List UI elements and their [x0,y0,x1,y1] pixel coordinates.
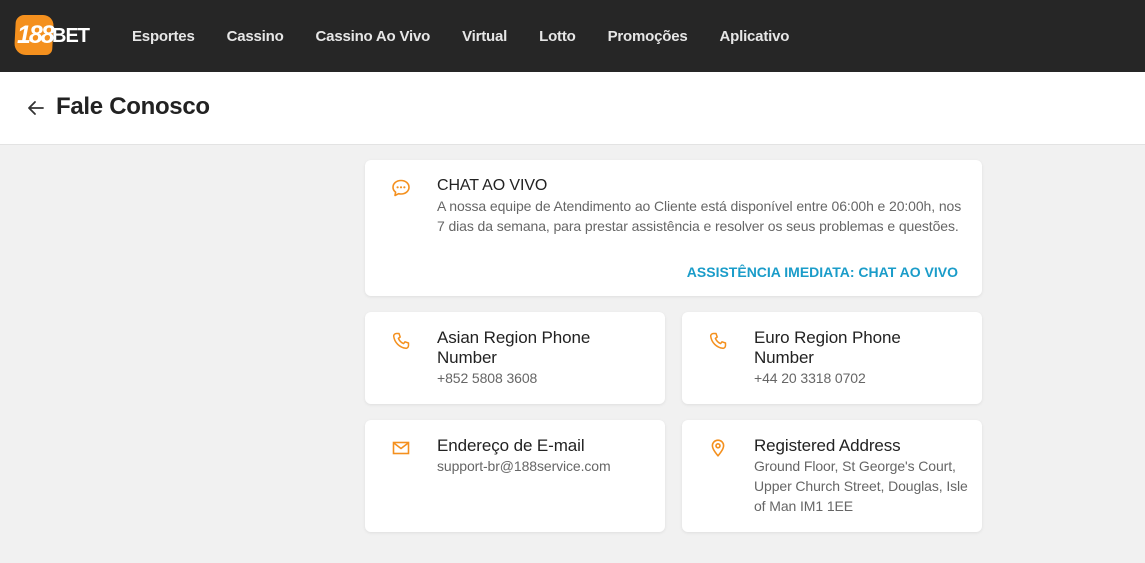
nav-item-aplicativo[interactable]: Aplicativo [720,28,790,45]
live-chat-link[interactable]: ASSISTÊNCIA IMEDIATA: CHAT AO VIVO [687,264,958,280]
phone-icon [708,331,728,351]
nav-item-cassino-ao-vivo[interactable]: Cassino Ao Vivo [316,28,431,45]
live-chat-card: CHAT AO VIVO A nossa equipe de Atendimen… [365,160,982,296]
euro-phone-number[interactable]: +44 20 3318 0702 [754,368,866,388]
chat-bubble-icon [391,178,411,198]
brand-logo[interactable]: 188 BET [13,14,90,56]
nav-item-esportes[interactable]: Esportes [132,28,195,45]
phone-icon [391,331,411,351]
email-card: Endereço de E-mail support-br@188service… [365,420,665,532]
page-title: Fale Conosco [56,93,210,120]
page-header: Fale Conosco [0,72,1145,145]
asia-phone-title: Asian Region Phone Number [437,328,591,367]
asia-phone-card: Asian Region Phone Number +852 5808 3608 [365,312,665,404]
logo-number: 188 [17,21,55,49]
nav-item-promocoes[interactable]: Promoções [608,28,688,45]
email-address[interactable]: support-br@188service.com [437,456,611,476]
logo-word: BET [52,25,90,47]
email-title: Endereço de E-mail [437,436,585,455]
nav-item-cassino[interactable]: Cassino [227,28,284,45]
live-chat-title: CHAT AO VIVO [437,177,548,194]
address-card: Registered Address Ground Floor, St Geor… [682,420,982,532]
arrow-left-icon[interactable] [26,98,46,118]
asia-phone-number[interactable]: +852 5808 3608 [437,368,537,388]
euro-phone-title: Euro Region Phone Number [754,328,901,367]
address-text: Ground Floor, St George's Court, Upper C… [754,458,968,514]
euro-phone-card: Euro Region Phone Number +44 20 3318 070… [682,312,982,404]
nav-item-lotto[interactable]: Lotto [539,28,576,45]
address-title: Registered Address [754,436,901,455]
live-chat-description: A nossa equipe de Atendimento ao Cliente… [437,198,962,234]
nav-item-virtual[interactable]: Virtual [462,28,507,45]
mail-icon [391,438,411,458]
top-navigation-bar: 188 BET Esportes Cassino Cassino Ao Vivo… [0,0,1145,72]
main-nav: Esportes Cassino Cassino Ao Vivo Virtual… [132,0,821,72]
location-pin-icon [708,438,728,458]
